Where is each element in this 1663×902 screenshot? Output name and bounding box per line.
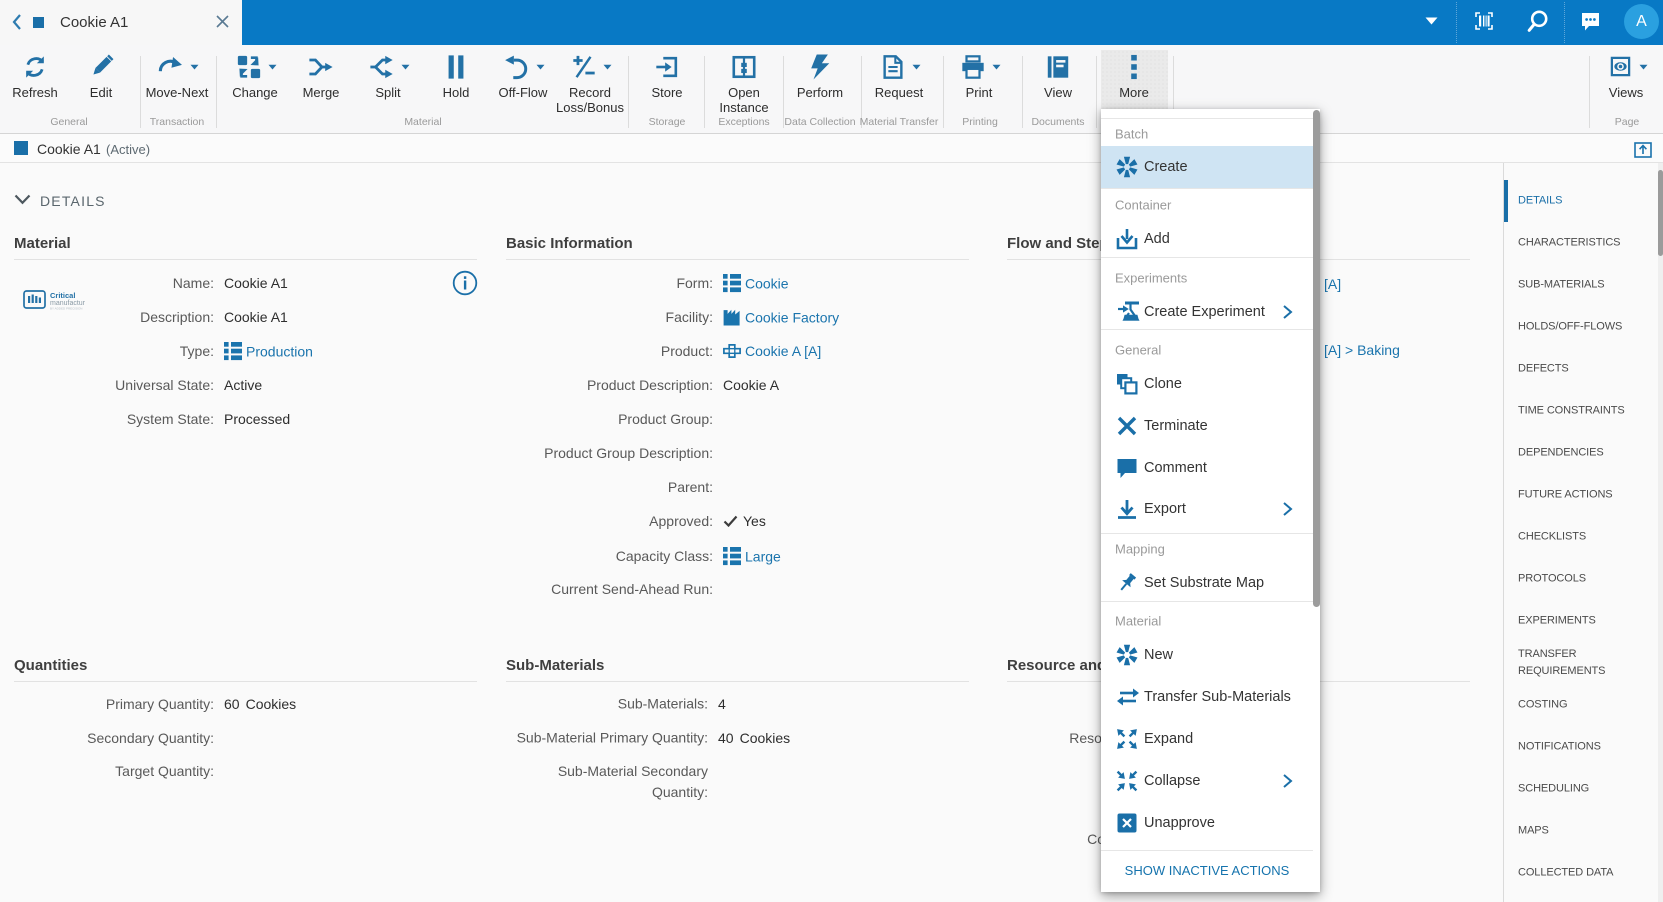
svg-text:Critical: Critical [50, 291, 75, 300]
svg-text:BY ADDED PRECISION: BY ADDED PRECISION [50, 307, 82, 311]
